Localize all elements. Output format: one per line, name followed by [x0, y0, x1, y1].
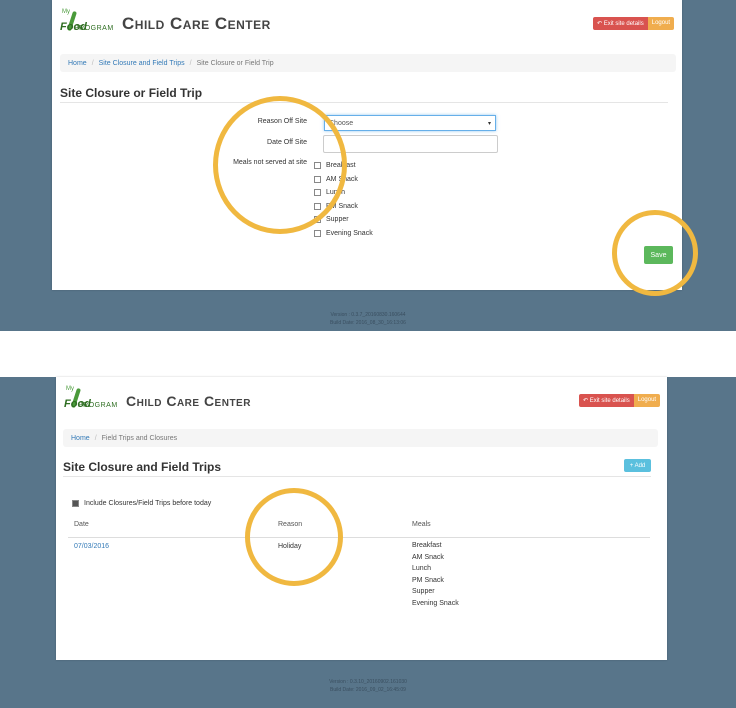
add-button[interactable]: + Add — [624, 459, 651, 472]
checkbox-icon[interactable] — [314, 203, 321, 210]
column-header-meals: Meals — [412, 521, 431, 528]
header-buttons: ↶ Exit site details Logout — [579, 394, 661, 407]
date-input[interactable] — [323, 135, 498, 153]
date-label: Date Off Site — [267, 139, 307, 146]
meal-checkbox-lunch[interactable]: Lunch — [314, 189, 345, 196]
checkbox-icon[interactable] — [314, 176, 321, 183]
table-header-divider — [68, 537, 650, 538]
checkbox-icon[interactable] — [314, 189, 321, 196]
caret-down-icon: ▾ — [487, 120, 491, 127]
logout-button[interactable]: Logout — [647, 17, 675, 30]
table-row-reason: Holiday — [278, 543, 302, 550]
column-header-date: Date — [74, 521, 89, 528]
table-row-meals: Breakfast AM Snack Lunch PM Snack Supper… — [412, 542, 459, 607]
checkbox-icon[interactable] — [314, 216, 321, 223]
logout-button[interactable]: Logout — [633, 394, 661, 407]
breadcrumb: Home / Field Trips and Closures — [63, 429, 658, 447]
table-row-date-link[interactable]: 07/03/2016 — [74, 543, 109, 550]
breadcrumb-closures[interactable]: Site Closure and Field Trips — [99, 60, 185, 67]
version-info-bottom: Version : 0.3.10_20160902.161030 Build D… — [329, 679, 407, 693]
meal-checkbox-supper[interactable]: Supper — [314, 216, 349, 223]
save-button[interactable]: Save — [644, 246, 673, 264]
food-program-logo-icon: My Food PROGRAM — [64, 386, 118, 410]
app-title: Child Care Center — [126, 393, 251, 409]
exit-site-details-button[interactable]: ↶ Exit site details — [593, 17, 648, 30]
exit-site-details-button[interactable]: ↶ Exit site details — [579, 394, 634, 407]
food-program-logo-icon: My Food PROGRAM — [60, 9, 114, 33]
breadcrumb-home[interactable]: Home — [68, 60, 87, 67]
title-divider — [63, 476, 651, 477]
meal-checkbox-pm-snack[interactable]: PM Snack — [314, 203, 358, 210]
page-title: Site Closure or Field Trip — [60, 86, 203, 100]
breadcrumb-current: Field Trips and Closures — [101, 434, 178, 442]
checkbox-icon[interactable] — [314, 162, 321, 169]
list-panel: My Food PROGRAM Child Care Center ↶ Exit… — [56, 377, 667, 660]
breadcrumb: Home / Site Closure and Field Trips / Si… — [60, 54, 676, 72]
title-divider — [60, 102, 668, 103]
meals-label: Meals not served at site — [233, 159, 307, 166]
app-logo: My Food PROGRAM Child Care Center — [64, 386, 251, 416]
page-title: Site Closure and Field Trips — [63, 460, 222, 474]
app-title: Child Care Center — [122, 14, 271, 33]
version-info-top: Version : 0.3.7_20160830.160644 Build Da… — [330, 312, 406, 326]
app-logo: My Food PROGRAM Child Care Center — [60, 9, 271, 39]
checkbox-icon[interactable] — [314, 230, 321, 237]
reason-select[interactable]: Choose ▾ — [324, 115, 496, 131]
reason-label: Reason Off Site — [257, 118, 307, 125]
checkbox-checked-icon[interactable] — [72, 500, 79, 507]
meal-checkbox-breakfast[interactable]: Breakfast — [314, 162, 356, 169]
meal-checkbox-evening-snack[interactable]: Evening Snack — [314, 230, 373, 237]
breadcrumb-current: Site Closure or Field Trip — [196, 59, 274, 67]
header-buttons: ↶ Exit site details Logout — [593, 17, 675, 30]
form-panel: My Food PROGRAM Child Care Center ↶ Exit… — [52, 0, 682, 290]
breadcrumb-home[interactable]: Home — [71, 435, 90, 442]
include-past-checkbox[interactable]: Include Closures/Field Trips before toda… — [72, 500, 211, 507]
meal-checkbox-am-snack[interactable]: AM Snack — [314, 176, 358, 183]
column-header-reason: Reason — [278, 521, 303, 528]
